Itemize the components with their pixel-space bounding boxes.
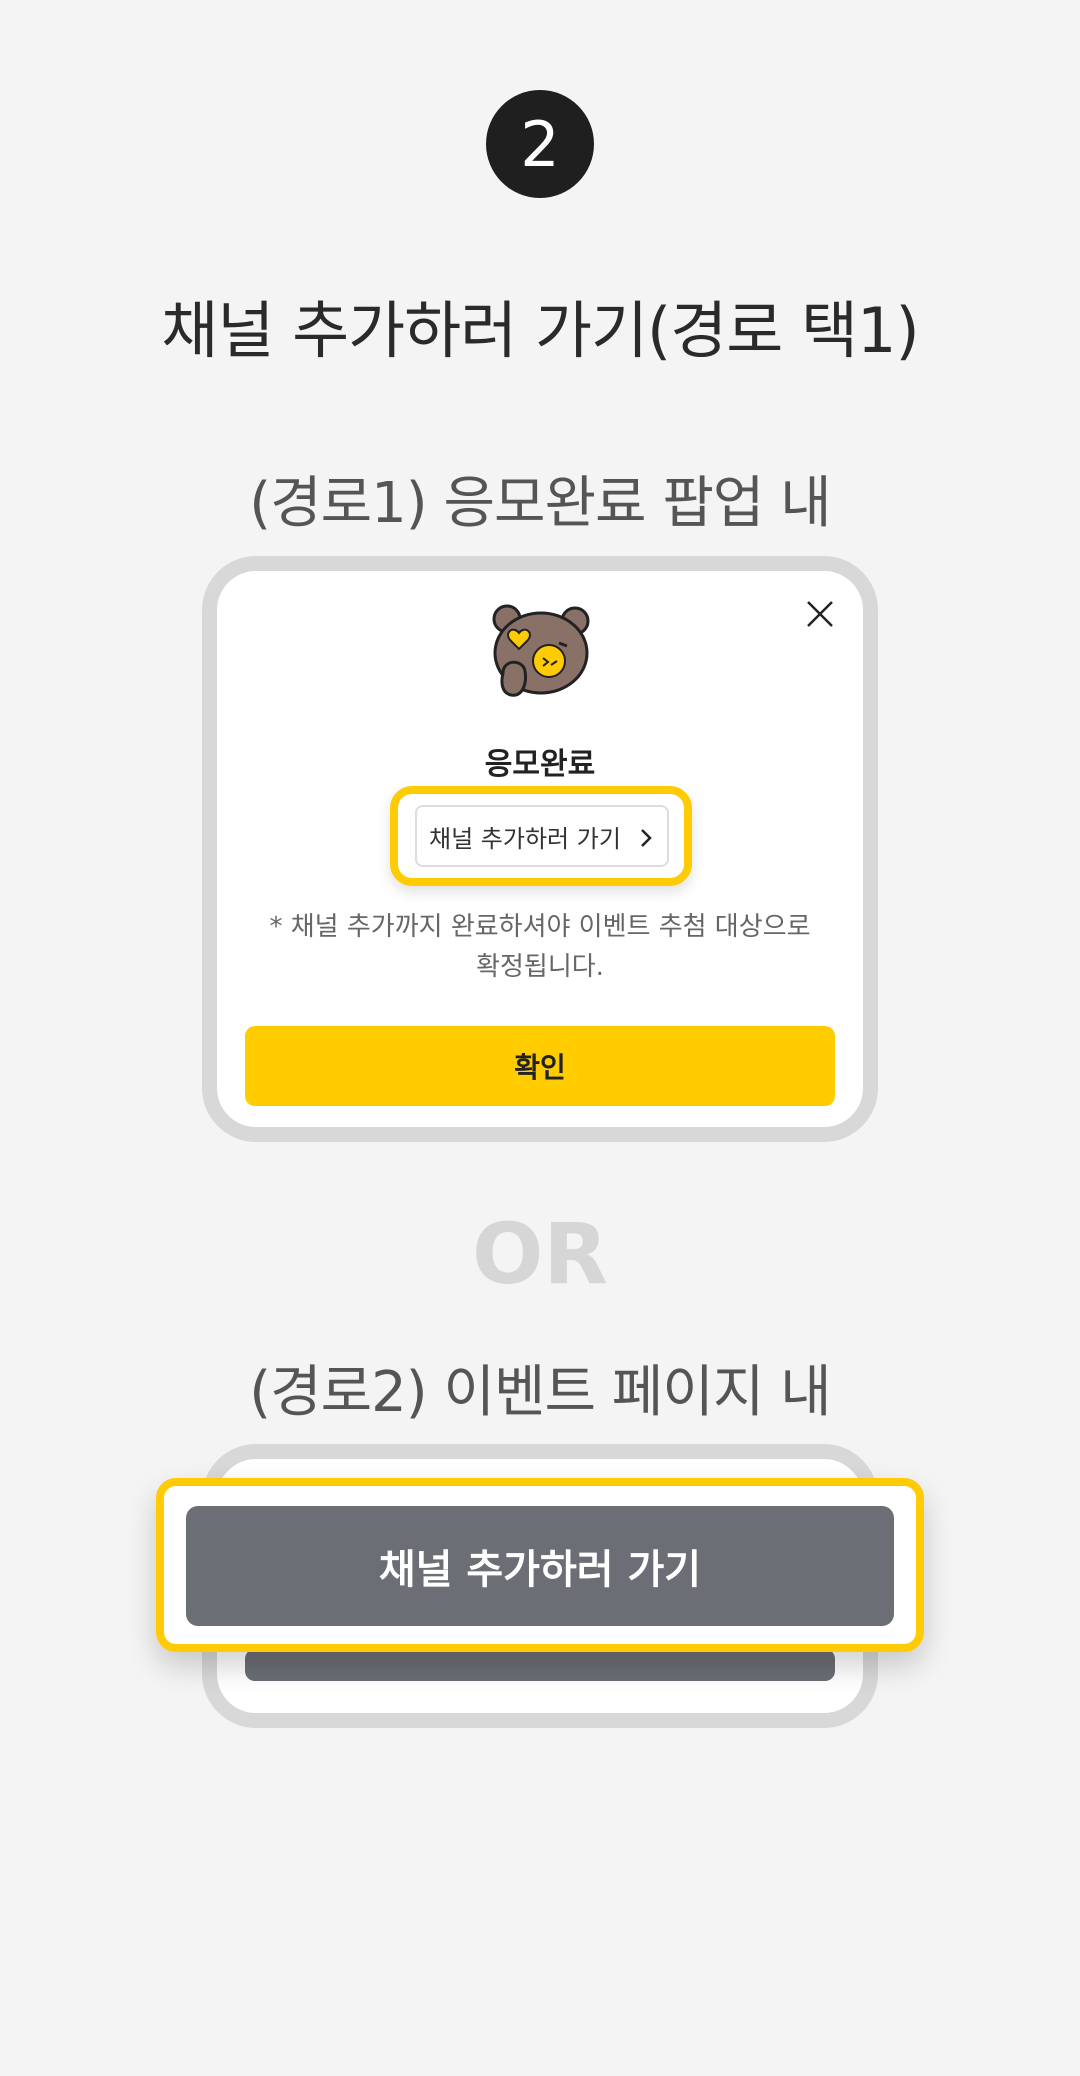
- confirm-button[interactable]: 확인: [245, 1026, 835, 1106]
- route2-title: (경로2) 이벤트 페이지 내: [249, 1360, 831, 1425]
- page-title: 채널 추가하러 가기(경로 택1): [161, 294, 919, 367]
- bear-character-icon: [492, 604, 590, 697]
- event-page-button-background: [245, 1649, 835, 1681]
- notice-text: * 채널 추가까지 완료하셔야 이벤트 추첨 대상으로 확정됩니다.: [269, 912, 811, 982]
- step-number-badge: 2: [486, 90, 594, 198]
- chevron-right-icon: [641, 829, 652, 847]
- popup-heading: 응모완료: [484, 747, 596, 782]
- or-divider: OR: [471, 1205, 609, 1303]
- route1-title: (경로1) 응모완료 팝업 내: [249, 471, 831, 536]
- close-icon[interactable]: [805, 599, 835, 629]
- popup-add-channel-button[interactable]: 채널 추가하러 가기: [415, 805, 669, 867]
- event-add-channel-button[interactable]: 채널 추가하러 가기: [186, 1506, 894, 1626]
- popup-add-channel-label: 채널 추가하러 가기: [429, 824, 621, 853]
